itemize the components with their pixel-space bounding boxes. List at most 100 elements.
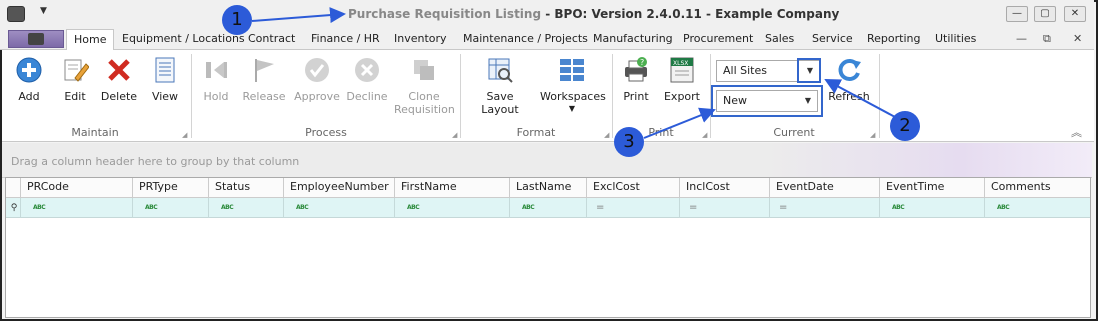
tab-service[interactable]: Service [812, 32, 853, 45]
filter-cell-excl-cost[interactable]: = [586, 198, 679, 218]
export-xlsx-icon: XLSX [668, 56, 696, 84]
quick-access-dropdown-icon[interactable]: ▼ [40, 6, 47, 16]
hold-button[interactable]: Hold [198, 56, 234, 103]
tab-home[interactable]: Home [66, 29, 115, 50]
filter-cell-status[interactable]: ABC [208, 198, 283, 218]
group-separator [460, 54, 461, 138]
tab-contract[interactable]: Contract [248, 32, 295, 45]
app-logo-icon[interactable] [7, 6, 25, 22]
maximize-button[interactable]: ▢ [1034, 6, 1056, 22]
text-filter-icon: ABC [997, 204, 1010, 211]
process-group-label: Process [305, 126, 347, 139]
filter-cell-prcode[interactable]: ABC [20, 198, 132, 218]
group-by-panel[interactable]: Drag a column header here to group by th… [2, 143, 1092, 178]
filter-cell-comments[interactable]: ABC [984, 198, 1090, 218]
clone-label: Clone [408, 90, 440, 103]
column-header-excl-cost[interactable]: ExclCost [586, 178, 679, 198]
tab-procurement[interactable]: Procurement [683, 32, 753, 45]
tab-utilities[interactable]: Utilities [935, 32, 976, 45]
mdi-minimize-icon[interactable]: — [1016, 32, 1027, 45]
current-group-launcher-icon[interactable]: ◢ [870, 131, 875, 139]
workspaces-dropdown-icon: ▼ [568, 104, 576, 113]
tab-finance-hr[interactable]: Finance / HR [311, 32, 380, 45]
annotation-badge-3: 3 [614, 127, 644, 157]
mdi-close-icon[interactable]: ✕ [1073, 32, 1082, 45]
decline-button[interactable]: Decline [346, 56, 388, 103]
save-layout-icon [486, 56, 514, 84]
filter-cell-first-name[interactable]: ABC [394, 198, 509, 218]
grid-body[interactable] [6, 218, 1090, 317]
maintain-group-launcher-icon[interactable]: ◢ [182, 131, 187, 139]
column-header-status[interactable]: Status [208, 178, 283, 198]
export-label: Export [663, 90, 700, 103]
file-menu-logo-icon [28, 33, 44, 45]
process-group-launcher-icon[interactable]: ◢ [452, 131, 457, 139]
release-button[interactable]: Release [242, 56, 286, 103]
filter-cell-prtype[interactable]: ABC [132, 198, 208, 218]
refresh-button[interactable]: Refresh [826, 56, 872, 103]
column-header-last-name[interactable]: LastName [509, 178, 586, 198]
delete-button[interactable]: Delete [100, 56, 138, 103]
add-label: Add [18, 90, 40, 103]
release-label: Release [242, 90, 286, 103]
export-button[interactable]: XLSX Export [662, 56, 702, 103]
approve-label: Approve [294, 90, 340, 103]
clone-icon [410, 56, 438, 84]
decline-icon [353, 56, 381, 84]
print-group-launcher-icon[interactable]: ◢ [702, 131, 707, 139]
equals-filter-icon: = [596, 202, 605, 213]
filter-cell-incl-cost[interactable]: = [679, 198, 769, 218]
workspaces-label: Workspaces [540, 90, 606, 103]
file-menu-button[interactable] [8, 30, 64, 48]
mdi-restore-icon[interactable]: ⧉ [1043, 32, 1051, 46]
close-button[interactable]: ✕ [1064, 6, 1086, 22]
requisition-label: Requisition [394, 103, 455, 116]
approve-button[interactable]: Approve [294, 56, 340, 103]
filter-cell-event-date[interactable]: = [769, 198, 879, 218]
column-header-event-time[interactable]: EventTime [879, 178, 984, 198]
delete-icon [105, 56, 133, 84]
filter-cell-event-time[interactable]: ABC [879, 198, 984, 218]
column-header-prtype[interactable]: PRType [132, 178, 208, 198]
column-header-incl-cost[interactable]: InclCost [679, 178, 769, 198]
minimize-button[interactable]: — [1006, 6, 1028, 22]
column-header-employee-number[interactable]: EmployeeNumber [283, 178, 394, 198]
print-button[interactable]: ? Print [618, 56, 654, 103]
export-badge-text: XLSX [673, 60, 688, 67]
window-title-main: Purchase Requisition Listing [348, 7, 542, 21]
hold-label: Hold [203, 90, 229, 103]
column-header-first-name[interactable]: FirstName [394, 178, 509, 198]
workspaces-button[interactable]: Workspaces ▼ [540, 56, 606, 113]
text-filter-icon: ABC [522, 204, 535, 211]
maintain-group-label: Maintain [71, 126, 119, 139]
format-group-launcher-icon[interactable]: ◢ [604, 131, 609, 139]
current-group-label: Current [773, 126, 815, 139]
view-button[interactable]: View [148, 56, 182, 103]
column-header-comments[interactable]: Comments [984, 178, 1090, 198]
text-filter-icon: ABC [296, 204, 309, 211]
filter-cell-last-name[interactable]: ABC [509, 198, 586, 218]
collapse-ribbon-icon[interactable]: ︽ [1071, 124, 1082, 140]
edit-label: Edit [64, 90, 86, 103]
column-header-event-date[interactable]: EventDate [769, 178, 879, 198]
edit-button[interactable]: Edit [58, 56, 92, 103]
text-filter-icon: ABC [33, 204, 46, 211]
add-button[interactable]: Add [12, 56, 46, 103]
printer-icon: ? [622, 56, 650, 84]
clone-requisition-button[interactable]: Clone Requisition [394, 56, 455, 116]
tab-equipment-locations[interactable]: Equipment / Locations [122, 32, 245, 45]
refresh-label: Refresh [828, 90, 870, 103]
site-select-value: All Sites [723, 64, 767, 77]
tab-inventory[interactable]: Inventory [394, 32, 447, 45]
filter-cell-employee-number[interactable]: ABC [283, 198, 394, 218]
tab-sales[interactable]: Sales [765, 32, 794, 45]
tab-reporting[interactable]: Reporting [867, 32, 920, 45]
tab-maintenance-projects[interactable]: Maintenance / Projects [463, 32, 588, 45]
tab-manufacturing[interactable]: Manufacturing [593, 32, 673, 45]
column-header-prcode[interactable]: PRCode [20, 178, 132, 198]
workspaces-icon [558, 56, 586, 84]
hold-icon [202, 56, 230, 84]
edit-icon [61, 56, 90, 84]
site-dropdown-highlight [797, 58, 821, 83]
save-layout-button[interactable]: Save Layout [468, 56, 532, 116]
